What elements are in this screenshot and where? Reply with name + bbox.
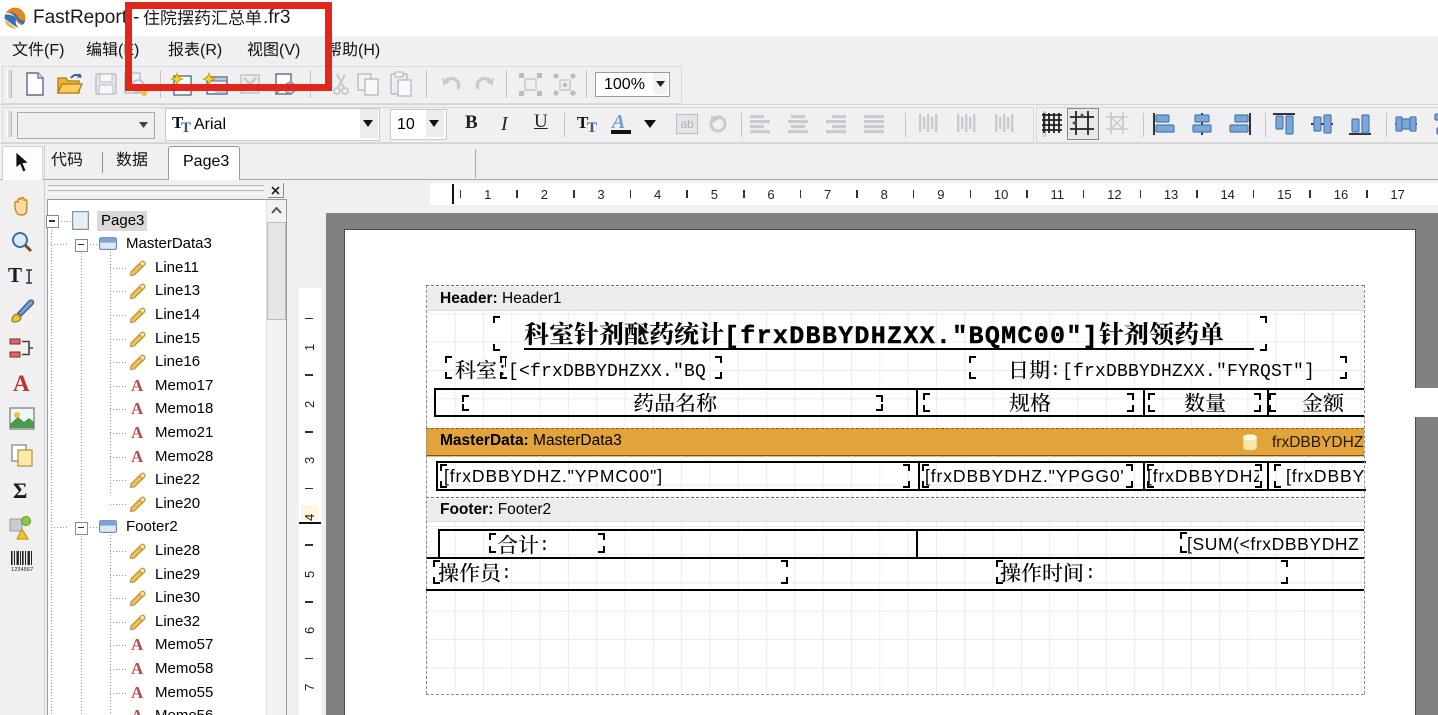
svg-text:T: T	[181, 120, 191, 134]
svg-text:T: T	[8, 264, 22, 287]
svg-text:T: T	[587, 120, 597, 136]
svg-text:A: A	[610, 111, 625, 133]
svg-text:7: 7	[30, 567, 33, 573]
